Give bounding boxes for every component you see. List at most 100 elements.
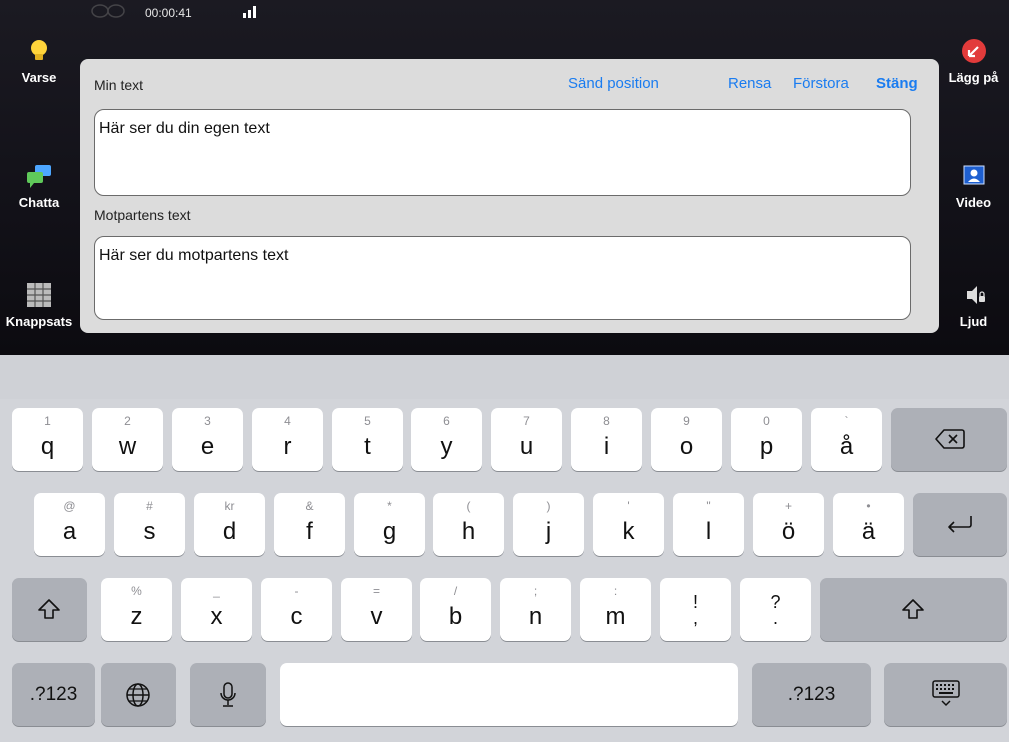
backspace-key[interactable]	[891, 408, 1007, 471]
backspace-icon	[935, 429, 965, 449]
key-label: b	[448, 603, 463, 630]
key-c[interactable]: - c	[261, 578, 332, 641]
send-position-button[interactable]: Sänd position	[568, 75, 659, 92]
key-e[interactable]: 3 e	[172, 408, 243, 471]
sidebar-label: Chatta	[18, 195, 60, 210]
key-secondary: %	[131, 584, 142, 598]
key-o[interactable]: 9 o	[651, 408, 722, 471]
key-j[interactable]: ) j	[513, 493, 584, 556]
key-r[interactable]: 4 r	[252, 408, 323, 471]
shift-key-left[interactable]	[12, 578, 87, 641]
key-b[interactable]: / b	[420, 578, 491, 641]
key-label: i	[603, 433, 610, 460]
key-g[interactable]: * g	[354, 493, 425, 556]
dictation-key[interactable]	[190, 663, 266, 726]
numbers-key-left[interactable]: .?123	[12, 663, 95, 726]
key-label: o	[679, 433, 694, 460]
key-y[interactable]: 6 y	[411, 408, 482, 471]
text-panel: Min text Sänd position Rensa Förstora St…	[80, 59, 939, 333]
key-label: l	[705, 518, 712, 545]
key-exclamation-comma[interactable]: ! ,	[660, 578, 731, 641]
sidebar-item-hang-up[interactable]: Lägg på	[938, 38, 1009, 85]
my-text-label: Min text	[94, 77, 144, 93]
key-secondary: 6	[443, 414, 450, 428]
key-v[interactable]: = v	[341, 578, 412, 641]
return-icon	[948, 516, 972, 533]
key-h[interactable]: ( h	[433, 493, 504, 556]
sidebar-label: Varse	[21, 70, 57, 85]
key-label: c	[290, 603, 303, 630]
key-i[interactable]: 8 i	[571, 408, 642, 471]
space-key[interactable]	[280, 663, 738, 726]
other-text-label: Motpartens text	[94, 207, 191, 223]
key-secondary: #	[146, 499, 153, 513]
key-secondary: 5	[364, 414, 371, 428]
key-q[interactable]: 1 q	[12, 408, 83, 471]
key-m[interactable]: : m	[580, 578, 651, 641]
key-u[interactable]: 7 u	[491, 408, 562, 471]
key-w[interactable]: 2 w	[92, 408, 163, 471]
key-label: t	[364, 433, 371, 460]
key-secondary: •	[866, 499, 871, 513]
key-label: y	[440, 433, 453, 460]
key-t[interactable]: 5 t	[332, 408, 403, 471]
key-f[interactable]: & f	[274, 493, 345, 556]
call-timer: 00:00:41	[145, 6, 192, 20]
key-label: f	[306, 518, 313, 545]
numbers-key-right[interactable]: .?123	[752, 663, 871, 726]
key-a-umlaut[interactable]: • ä	[833, 493, 904, 556]
key-o-umlaut[interactable]: + ö	[753, 493, 824, 556]
key-secondary: 9	[683, 414, 690, 428]
key-k[interactable]: ' k	[593, 493, 664, 556]
key-x[interactable]: _ x	[181, 578, 252, 641]
key-secondary: =	[372, 584, 380, 598]
chat-bubbles-icon	[27, 165, 51, 188]
key-question-period[interactable]: ? .	[740, 578, 811, 641]
key-label: v	[370, 603, 383, 630]
key-secondary: ;	[533, 584, 538, 598]
sidebar-item-video[interactable]: Video	[938, 163, 1009, 210]
close-button[interactable]: Stäng	[876, 75, 918, 92]
key-a[interactable]: @ a	[34, 493, 105, 556]
key-secondary: 2	[124, 414, 131, 428]
key-label: x	[210, 603, 223, 630]
onscreen-keyboard: 1 q 2 w 3 e 4 r 5 t 6 y 7 u 8 i 9 o 0 p …	[0, 399, 1009, 742]
key-label: å	[839, 433, 854, 460]
key-secondary: _	[213, 584, 220, 598]
clear-button[interactable]: Rensa	[728, 75, 771, 92]
enlarge-button[interactable]: Förstora	[793, 75, 849, 92]
key-a-ring[interactable]: ` å	[811, 408, 882, 471]
key-label: g	[382, 518, 397, 545]
key-label: e	[200, 433, 215, 460]
shift-icon	[902, 599, 924, 619]
key-label: d	[222, 518, 237, 545]
key-secondary: kr	[224, 499, 235, 513]
speaker-icon	[966, 286, 985, 304]
key-d[interactable]: kr d	[194, 493, 265, 556]
sidebar-item-varse[interactable]: Varse	[0, 38, 78, 85]
globe-key[interactable]	[101, 663, 176, 726]
sidebar-item-chatta[interactable]: Chatta	[0, 163, 78, 210]
sidebar-label: Knappsats	[5, 314, 73, 329]
key-secondary: "	[706, 499, 711, 513]
key-l[interactable]: " l	[673, 493, 744, 556]
key-z[interactable]: % z	[101, 578, 172, 641]
key-secondary: 0	[763, 414, 770, 428]
key-label: r	[283, 433, 292, 460]
shift-key-right[interactable]	[820, 578, 1007, 641]
key-label: q	[40, 433, 55, 460]
sidebar-item-knappsats[interactable]: Knappsats	[0, 282, 78, 329]
key-secondary: `	[844, 414, 849, 428]
camera-icon	[91, 4, 125, 18]
key-n[interactable]: ; n	[500, 578, 571, 641]
key-p[interactable]: 0 p	[731, 408, 802, 471]
my-text-field[interactable]: Här ser du din egen text	[94, 109, 911, 196]
key-secondary: @	[63, 499, 76, 513]
key-label: h	[461, 518, 476, 545]
key-secondary: &	[305, 499, 314, 513]
sidebar-item-ljud[interactable]: Ljud	[938, 282, 1009, 329]
hide-keyboard-key[interactable]	[884, 663, 1007, 726]
globe-icon	[126, 683, 150, 707]
return-key[interactable]	[913, 493, 1007, 556]
key-s[interactable]: # s	[114, 493, 185, 556]
